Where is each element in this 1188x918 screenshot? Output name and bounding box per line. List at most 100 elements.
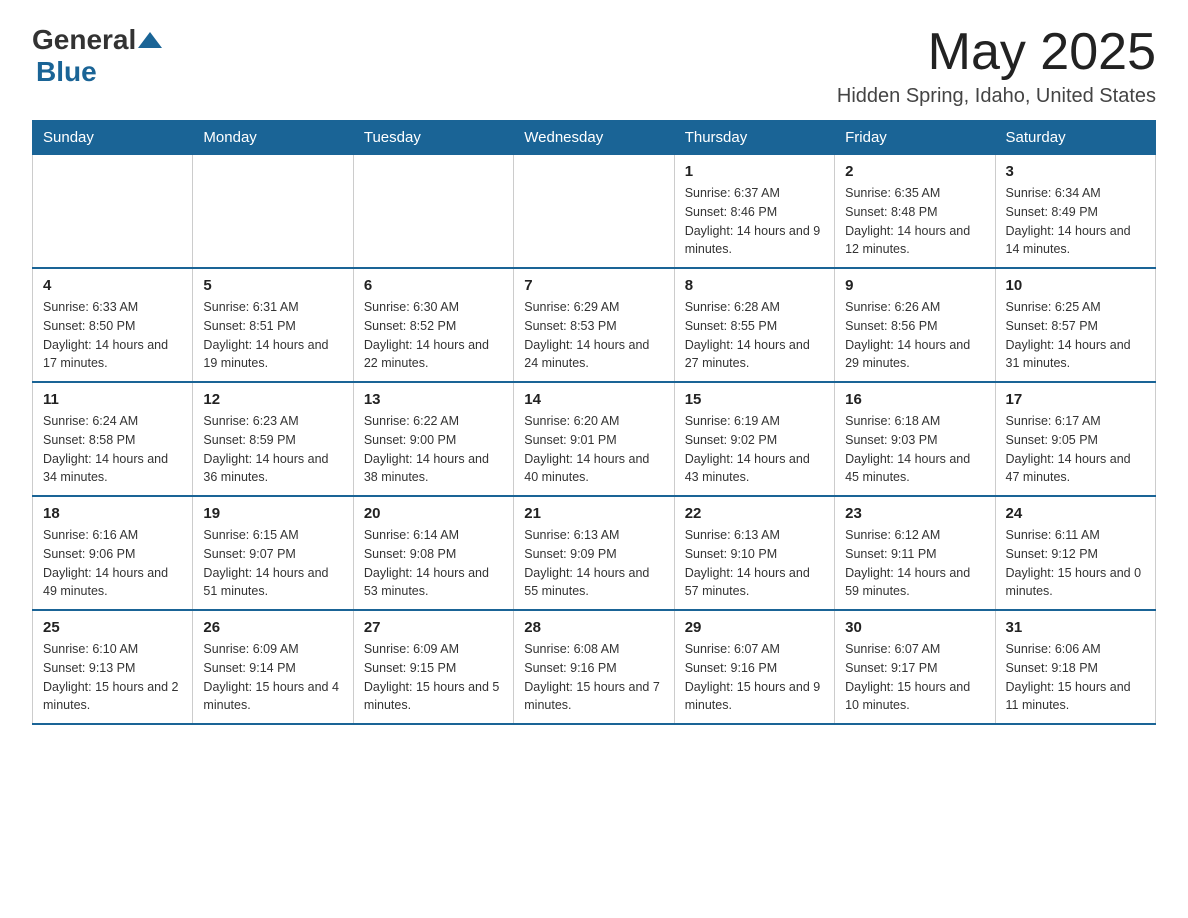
calendar-week-3: 11 Sunrise: 6:24 AMSunset: 8:58 PMDayligh… xyxy=(33,382,1156,496)
day-info: Sunrise: 6:37 AMSunset: 8:46 PMDaylight:… xyxy=(685,184,824,259)
calendar-cell-w3-d0: 11 Sunrise: 6:24 AMSunset: 8:58 PMDayligh… xyxy=(33,382,193,496)
day-number: 10 xyxy=(1006,277,1145,294)
header-row: Sunday Monday Tuesday Wednesday Thursday… xyxy=(33,121,1156,155)
calendar-cell-w3-d1: 12 Sunrise: 6:23 AMSunset: 8:59 PMDayligh… xyxy=(193,382,353,496)
calendar-week-2: 4Sunrise: 6:33 AMSunset: 8:50 PMDaylight… xyxy=(33,268,1156,382)
calendar-cell-w4-d4: 22 Sunrise: 6:13 AMSunset: 9:10 PMDayligh… xyxy=(674,496,834,610)
calendar-cell-w4-d2: 20 Sunrise: 6:14 AMSunset: 9:08 PMDayligh… xyxy=(353,496,513,610)
day-number: 30 xyxy=(845,619,984,636)
day-info: Sunrise: 6:20 AMSunset: 9:01 PMDaylight:… xyxy=(524,412,663,487)
day-number: 3 xyxy=(1006,163,1145,180)
day-info: Sunrise: 6:33 AMSunset: 8:50 PMDaylight:… xyxy=(43,298,182,373)
day-info: Sunrise: 6:15 AMSunset: 9:07 PMDaylight:… xyxy=(203,526,342,601)
day-info: Sunrise: 6:24 AMSunset: 8:58 PMDaylight:… xyxy=(43,412,182,487)
calendar-cell-w4-d3: 21 Sunrise: 6:13 AMSunset: 9:09 PMDayligh… xyxy=(514,496,674,610)
header-monday: Monday xyxy=(193,121,353,155)
calendar-table: Sunday Monday Tuesday Wednesday Thursday… xyxy=(32,120,1156,725)
day-info: Sunrise: 6:23 AMSunset: 8:59 PMDaylight:… xyxy=(203,412,342,487)
day-number: 20 xyxy=(364,505,503,522)
day-number: 11 xyxy=(43,391,182,408)
calendar-cell-w1-d6: 3 Sunrise: 6:34 AMSunset: 8:49 PMDaylight… xyxy=(995,155,1155,269)
calendar-cell-w2-d4: 8 Sunrise: 6:28 AMSunset: 8:55 PMDaylight… xyxy=(674,268,834,382)
day-number: 19 xyxy=(203,505,342,522)
header-tuesday: Tuesday xyxy=(353,121,513,155)
day-info: Sunrise: 6:07 AMSunset: 9:16 PMDaylight:… xyxy=(685,640,824,715)
day-number: 14 xyxy=(524,391,663,408)
calendar-cell-w5-d5: 30 Sunrise: 6:07 AMSunset: 9:17 PMDayligh… xyxy=(835,610,995,724)
calendar-cell-w3-d3: 14 Sunrise: 6:20 AMSunset: 9:01 PMDayligh… xyxy=(514,382,674,496)
day-info: Sunrise: 6:31 AMSunset: 8:51 PMDaylight:… xyxy=(203,298,342,373)
calendar-cell-w3-d6: 17 Sunrise: 6:17 AMSunset: 9:05 PMDayligh… xyxy=(995,382,1155,496)
day-number: 8 xyxy=(685,277,824,294)
day-info: Sunrise: 6:26 AMSunset: 8:56 PMDaylight:… xyxy=(845,298,984,373)
calendar-cell-w2-d2: 6 Sunrise: 6:30 AMSunset: 8:52 PMDaylight… xyxy=(353,268,513,382)
day-info: Sunrise: 6:34 AMSunset: 8:49 PMDaylight:… xyxy=(1006,184,1145,259)
day-info: Sunrise: 6:19 AMSunset: 9:02 PMDaylight:… xyxy=(685,412,824,487)
calendar-cell-w5-d6: 31 Sunrise: 6:06 AMSunset: 9:18 PMDayligh… xyxy=(995,610,1155,724)
day-info: Sunrise: 6:22 AMSunset: 9:00 PMDaylight:… xyxy=(364,412,503,487)
day-info: Sunrise: 6:13 AMSunset: 9:10 PMDaylight:… xyxy=(685,526,824,601)
day-info: Sunrise: 6:18 AMSunset: 9:03 PMDaylight:… xyxy=(845,412,984,487)
calendar-cell-w3-d2: 13 Sunrise: 6:22 AMSunset: 9:00 PMDayligh… xyxy=(353,382,513,496)
calendar-cell-w2-d1: 5Sunrise: 6:31 AMSunset: 8:51 PMDaylight… xyxy=(193,268,353,382)
calendar-cell-w1-d5: 2 Sunrise: 6:35 AMSunset: 8:48 PMDaylight… xyxy=(835,155,995,269)
day-number: 9 xyxy=(845,277,984,294)
day-number: 13 xyxy=(364,391,503,408)
calendar-cell-w1-d2 xyxy=(353,155,513,269)
day-number: 25 xyxy=(43,619,182,636)
day-info: Sunrise: 6:13 AMSunset: 9:09 PMDaylight:… xyxy=(524,526,663,601)
calendar-cell-w4-d5: 23Sunrise: 6:12 AMSunset: 9:11 PMDayligh… xyxy=(835,496,995,610)
day-number: 28 xyxy=(524,619,663,636)
calendar-cell-w2-d0: 4Sunrise: 6:33 AMSunset: 8:50 PMDaylight… xyxy=(33,268,193,382)
day-info: Sunrise: 6:07 AMSunset: 9:17 PMDaylight:… xyxy=(845,640,984,715)
calendar-week-1: 1 Sunrise: 6:37 AMSunset: 8:46 PMDaylight… xyxy=(33,155,1156,269)
calendar-cell-w1-d3 xyxy=(514,155,674,269)
calendar-cell-w2-d3: 7 Sunrise: 6:29 AMSunset: 8:53 PMDaylight… xyxy=(514,268,674,382)
logo-triangle-icon xyxy=(138,32,162,48)
header-thursday: Thursday xyxy=(674,121,834,155)
day-info: Sunrise: 6:16 AMSunset: 9:06 PMDaylight:… xyxy=(43,526,182,601)
day-number: 6 xyxy=(364,277,503,294)
logo-general-text: General xyxy=(32,24,136,56)
day-info: Sunrise: 6:35 AMSunset: 8:48 PMDaylight:… xyxy=(845,184,984,259)
calendar-cell-w4-d6: 24Sunrise: 6:11 AMSunset: 9:12 PMDayligh… xyxy=(995,496,1155,610)
day-number: 16 xyxy=(845,391,984,408)
day-number: 26 xyxy=(203,619,342,636)
calendar-cell-w5-d0: 25 Sunrise: 6:10 AMSunset: 9:13 PMDayligh… xyxy=(33,610,193,724)
calendar-cell-w2-d5: 9 Sunrise: 6:26 AMSunset: 8:56 PMDaylight… xyxy=(835,268,995,382)
day-number: 22 xyxy=(685,505,824,522)
calendar-week-4: 18 Sunrise: 6:16 AMSunset: 9:06 PMDayligh… xyxy=(33,496,1156,610)
calendar-week-5: 25 Sunrise: 6:10 AMSunset: 9:13 PMDayligh… xyxy=(33,610,1156,724)
day-info: Sunrise: 6:11 AMSunset: 9:12 PMDaylight:… xyxy=(1006,526,1145,601)
day-info: Sunrise: 6:10 AMSunset: 9:13 PMDaylight:… xyxy=(43,640,182,715)
day-number: 7 xyxy=(524,277,663,294)
day-number: 17 xyxy=(1006,391,1145,408)
day-info: Sunrise: 6:17 AMSunset: 9:05 PMDaylight:… xyxy=(1006,412,1145,487)
day-number: 31 xyxy=(1006,619,1145,636)
day-number: 27 xyxy=(364,619,503,636)
day-number: 29 xyxy=(685,619,824,636)
day-info: Sunrise: 6:08 AMSunset: 9:16 PMDaylight:… xyxy=(524,640,663,715)
day-info: Sunrise: 6:28 AMSunset: 8:55 PMDaylight:… xyxy=(685,298,824,373)
calendar-cell-w1-d4: 1 Sunrise: 6:37 AMSunset: 8:46 PMDaylight… xyxy=(674,155,834,269)
day-number: 18 xyxy=(43,505,182,522)
header-sunday: Sunday xyxy=(33,121,193,155)
day-number: 2 xyxy=(845,163,984,180)
day-number: 1 xyxy=(685,163,824,180)
header-wednesday: Wednesday xyxy=(514,121,674,155)
title-block: May 2025 Hidden Spring, Idaho, United St… xyxy=(837,24,1156,108)
day-number: 15 xyxy=(685,391,824,408)
calendar-cell-w2-d6: 10 Sunrise: 6:25 AMSunset: 8:57 PMDayligh… xyxy=(995,268,1155,382)
day-number: 12 xyxy=(203,391,342,408)
day-info: Sunrise: 6:06 AMSunset: 9:18 PMDaylight:… xyxy=(1006,640,1145,715)
day-info: Sunrise: 6:14 AMSunset: 9:08 PMDaylight:… xyxy=(364,526,503,601)
location-subtitle: Hidden Spring, Idaho, United States xyxy=(837,85,1156,108)
calendar-cell-w3-d5: 16 Sunrise: 6:18 AMSunset: 9:03 PMDayligh… xyxy=(835,382,995,496)
day-number: 21 xyxy=(524,505,663,522)
day-info: Sunrise: 6:25 AMSunset: 8:57 PMDaylight:… xyxy=(1006,298,1145,373)
month-year-title: May 2025 xyxy=(837,24,1156,81)
calendar-cell-w5-d2: 27Sunrise: 6:09 AMSunset: 9:15 PMDayligh… xyxy=(353,610,513,724)
day-info: Sunrise: 6:29 AMSunset: 8:53 PMDaylight:… xyxy=(524,298,663,373)
day-info: Sunrise: 6:30 AMSunset: 8:52 PMDaylight:… xyxy=(364,298,503,373)
calendar-cell-w5-d1: 26Sunrise: 6:09 AMSunset: 9:14 PMDayligh… xyxy=(193,610,353,724)
